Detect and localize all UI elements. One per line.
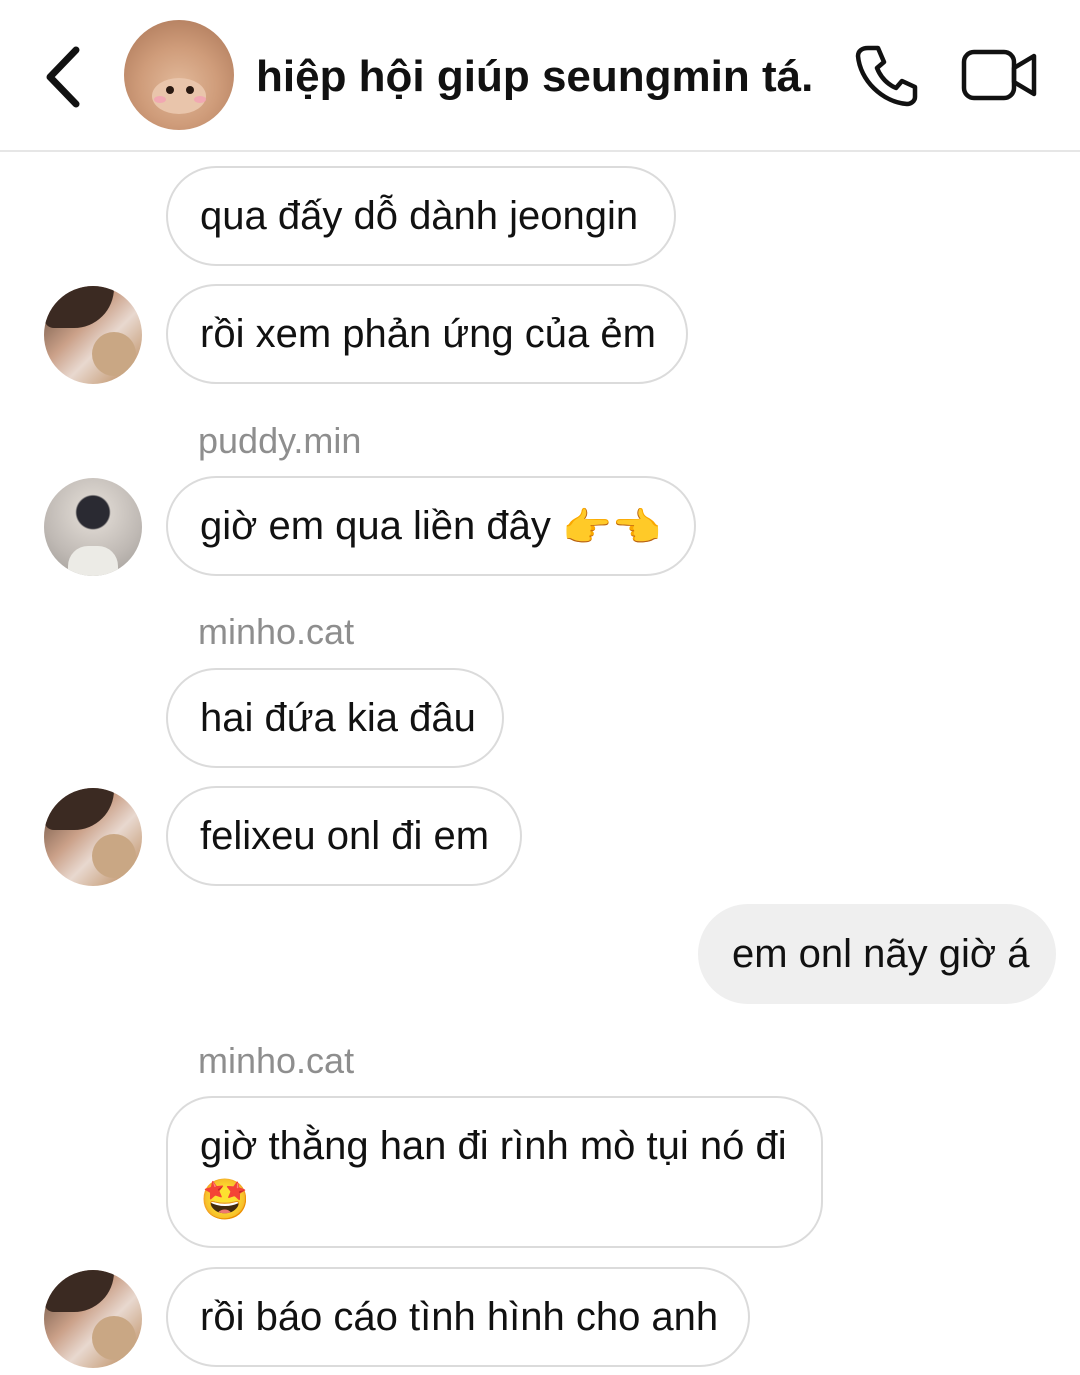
video-call-button[interactable] <box>960 48 1040 102</box>
avatar-minho[interactable] <box>44 1270 142 1368</box>
message-text: giờ thằng han đi rình mò tụi nó đi <box>200 1124 787 1168</box>
message-bubble[interactable]: qua đấy dỗ dành jeongin <box>166 166 676 266</box>
message-text: rồi xem phản ứng của ẻm <box>200 312 656 356</box>
message-text: hai đứa kia đâu <box>200 696 476 740</box>
message-bubble[interactable]: hai đứa kia đâu <box>166 668 504 768</box>
back-button[interactable] <box>40 42 90 112</box>
message-bubble[interactable]: giờ thằng han đi rình mò tụi nó đi 🤩 <box>166 1096 823 1248</box>
avatar-minho[interactable] <box>44 788 142 886</box>
message-text: giờ em qua liền đây <box>200 504 551 548</box>
avatar-minho[interactable] <box>44 286 142 384</box>
video-camera-icon <box>961 49 1037 101</box>
voice-call-button[interactable] <box>854 42 920 108</box>
pointing-fingers-emoji: 👉👈 <box>562 506 662 551</box>
message-text: rồi báo cáo tình hình cho anh <box>200 1295 719 1339</box>
message-text: em onl nãy giờ á <box>732 932 1030 976</box>
message-bubble[interactable]: rồi báo cáo tình hình cho anh <box>166 1267 750 1367</box>
message-bubble[interactable]: giờ em qua liền đây 👉👈 <box>166 476 696 576</box>
sent-message-bubble[interactable]: em onl nãy giờ á <box>698 904 1056 1004</box>
sender-name: minho.cat <box>198 1040 355 1081</box>
message-bubble[interactable]: rồi xem phản ứng của ẻm <box>166 284 688 384</box>
chevron-left-icon <box>46 46 80 108</box>
sender-name: minho.cat <box>198 611 355 652</box>
avatar-puddy-min[interactable] <box>44 478 142 576</box>
message-bubble[interactable]: felixeu onl đi em <box>166 786 522 886</box>
sender-name: puddy.min <box>198 420 362 461</box>
chat-header: hiệp hội giúp seungmin tá.. <box>0 0 1080 152</box>
group-avatar[interactable] <box>124 20 234 130</box>
message-text: felixeu onl đi em <box>200 814 490 858</box>
message-text: qua đấy dỗ dành jeongin <box>200 194 639 238</box>
phone-icon <box>855 45 918 107</box>
chat-title[interactable]: hiệp hội giúp seungmin tá.. <box>256 48 816 108</box>
star-struck-emoji: 🤩 <box>200 1178 250 1223</box>
